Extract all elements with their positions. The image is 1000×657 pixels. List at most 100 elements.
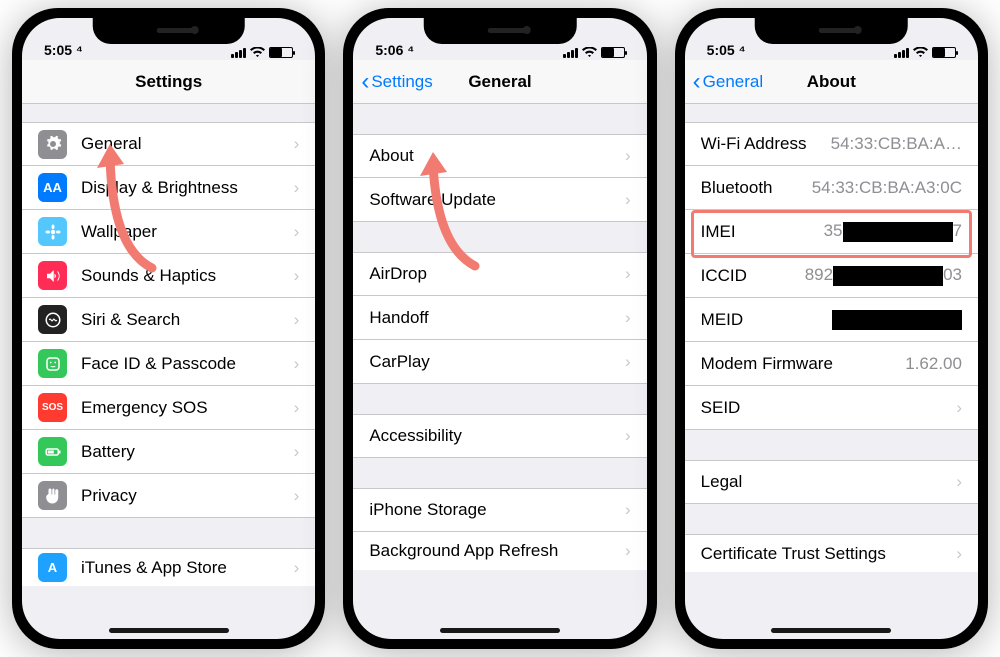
row-value: 357 (824, 221, 962, 242)
row-label: iTunes & App Store (81, 558, 286, 578)
about-row-seid[interactable]: SEID › (685, 386, 978, 430)
screen: 5:05 ⁴ ‹ General About Wi-Fi Address54:3… (685, 18, 978, 639)
settings-row-emergency-sos[interactable]: SOSEmergency SOS› (22, 386, 315, 430)
chevron-left-icon: ‹ (361, 70, 369, 94)
row-label: MEID (701, 310, 824, 330)
battery-icon (38, 437, 67, 466)
row-label: Display & Brightness (81, 178, 286, 198)
chevron-right-icon: › (294, 134, 300, 154)
about-row-iccid[interactable]: ICCID 89203 (685, 254, 978, 298)
chevron-right-icon: › (625, 190, 631, 210)
back-button[interactable]: ‹ General (685, 70, 763, 94)
settings-row-battery[interactable]: Battery› (22, 430, 315, 474)
back-label: Settings (371, 72, 432, 92)
settings-row-itunes-app-store[interactable]: AiTunes & App Store› (22, 548, 315, 586)
chevron-right-icon: › (294, 178, 300, 198)
row-iphone-storage[interactable]: iPhone Storage› (353, 488, 646, 532)
home-indicator[interactable] (109, 628, 229, 633)
row-label: ICCID (701, 266, 797, 286)
row-accessibility[interactable]: Accessibility› (353, 414, 646, 458)
back-label: General (703, 72, 763, 92)
chevron-right-icon: › (956, 398, 962, 418)
notch (755, 18, 908, 44)
row-label: General (81, 134, 286, 154)
row-label: Face ID & Passcode (81, 354, 286, 374)
chevron-right-icon: › (294, 486, 300, 506)
settings-row-wallpaper[interactable]: Wallpaper › (22, 210, 315, 254)
row-label: AirDrop (369, 264, 617, 284)
row-label: Wallpaper (81, 222, 286, 242)
row-legal[interactable]: Legal› (685, 460, 978, 504)
row-label: Modem Firmware (701, 354, 898, 374)
chevron-right-icon: › (625, 541, 631, 561)
row-software-update[interactable]: Software Update› (353, 178, 646, 222)
about-row-imei[interactable]: IMEI 357 (685, 210, 978, 254)
settings-row-general[interactable]: General › (22, 122, 315, 166)
status-time: 5:06 ⁴ (375, 42, 429, 58)
flower-icon (38, 217, 67, 246)
row-label: Privacy (81, 486, 286, 506)
chevron-right-icon: › (294, 558, 300, 578)
battery-icon (269, 47, 293, 58)
screen: 5:06 ⁴ ‹ Settings General About›Software… (353, 18, 646, 639)
settings-row-sounds-haptics[interactable]: Sounds & Haptics › (22, 254, 315, 298)
status-time: 5:05 ⁴ (44, 42, 98, 58)
about-row-bluetooth[interactable]: Bluetooth54:33:CB:BA:A3:0C (685, 166, 978, 210)
redaction (833, 266, 943, 286)
home-indicator[interactable] (440, 628, 560, 633)
row-value: 1.62.00 (905, 354, 962, 374)
row-label: Handoff (369, 308, 617, 328)
home-indicator[interactable] (771, 628, 891, 633)
settings-row-privacy[interactable]: Privacy › (22, 474, 315, 518)
gear-icon (38, 130, 67, 159)
row-handoff[interactable]: Handoff› (353, 296, 646, 340)
chevron-right-icon: › (294, 266, 300, 286)
row-value: 54:33:CB:BA:A… (831, 134, 962, 154)
row-certificate-trust-settings[interactable]: Certificate Trust Settings› (685, 534, 978, 572)
chevron-right-icon: › (294, 222, 300, 242)
row-value: 89203 (805, 265, 962, 286)
redaction (843, 222, 953, 242)
redaction (832, 310, 962, 330)
phone-about: 5:05 ⁴ ‹ General About Wi-Fi Address54:3… (675, 8, 988, 649)
chevron-right-icon: › (956, 544, 962, 564)
row-label: SEID (701, 398, 941, 418)
navbar: ‹ Settings General (353, 60, 646, 104)
about-row-wi-fi-address[interactable]: Wi-Fi Address 54:33:CB:BA:A… (685, 122, 978, 166)
battery-icon (601, 47, 625, 58)
about-list[interactable]: Wi-Fi Address 54:33:CB:BA:A… Bluetooth54:3… (685, 104, 978, 639)
row-label: IMEI (701, 222, 816, 242)
settings-row-siri-search[interactable]: Siri & Search› (22, 298, 315, 342)
navbar: Settings (22, 60, 315, 104)
SOS-icon: SOS (38, 393, 67, 422)
row-label: Sounds & Haptics (81, 266, 286, 286)
row-label: Siri & Search (81, 310, 286, 330)
chevron-right-icon: › (625, 352, 631, 372)
row-value (832, 309, 962, 330)
row-label: About (369, 146, 617, 166)
row-about[interactable]: About› (353, 134, 646, 178)
chevron-right-icon: › (294, 442, 300, 462)
notch (92, 18, 245, 44)
general-list[interactable]: About›Software Update› AirDrop›Handoff›C… (353, 104, 646, 639)
status-time: 5:05 ⁴ (707, 42, 761, 58)
row-label: Background App Refresh (369, 541, 617, 561)
about-row-meid[interactable]: MEID (685, 298, 978, 342)
cellular-icon (563, 48, 578, 58)
row-label: Wi-Fi Address (701, 134, 823, 154)
row-airdrop[interactable]: AirDrop › (353, 252, 646, 296)
about-row-modem-firmware[interactable]: Modem Firmware 1.62.00 (685, 342, 978, 386)
row-label: CarPlay (369, 352, 617, 372)
battery-icon (932, 47, 956, 58)
row-label: Accessibility (369, 426, 617, 446)
back-button[interactable]: ‹ Settings (353, 70, 432, 94)
settings-row-display-brightness[interactable]: AADisplay & Brightness› (22, 166, 315, 210)
settings-row-face-id-passcode[interactable]: Face ID & Passcode› (22, 342, 315, 386)
chevron-right-icon: › (625, 264, 631, 284)
hand-icon (38, 481, 67, 510)
row-carplay[interactable]: CarPlay › (353, 340, 646, 384)
settings-list[interactable]: General›AADisplay & Brightness›Wallpaper… (22, 104, 315, 639)
row-background-app-refresh[interactable]: Background App Refresh › (353, 532, 646, 570)
cellular-icon (231, 48, 246, 58)
wifi-icon (250, 47, 265, 58)
